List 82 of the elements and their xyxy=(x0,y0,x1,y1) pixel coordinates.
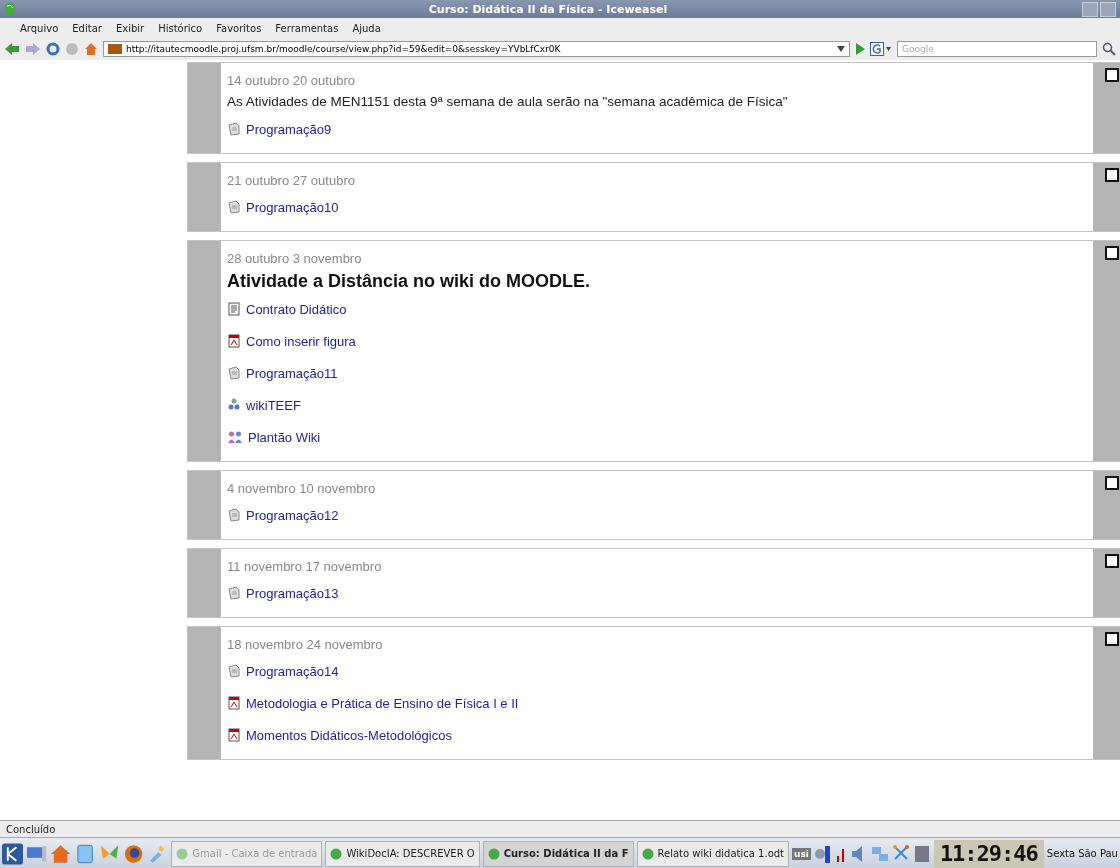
forward-icon[interactable] xyxy=(25,42,41,56)
search-icon[interactable] xyxy=(1102,42,1116,56)
clock-day: Sexta xyxy=(1046,848,1076,859)
clipboard-icon[interactable] xyxy=(912,843,931,864)
resource-link[interactable]: Programação10 xyxy=(246,199,339,215)
clock: 11:29:46 xyxy=(933,839,1044,868)
resource-link[interactable]: Programação14 xyxy=(246,663,339,679)
resource-link[interactable]: Programação13 xyxy=(246,585,339,601)
go-icon[interactable] xyxy=(855,43,865,55)
reload-icon[interactable] xyxy=(46,42,60,56)
pdf-icon xyxy=(227,696,241,710)
page-icon xyxy=(227,586,241,600)
address-field[interactable]: http://itautecmoodle.proj.ufsm.br/moodle/course/view.php?id=59&edit=0&sesskey=YVbLfCxr0K xyxy=(103,41,850,57)
app-icon xyxy=(176,847,189,860)
highlight-toggle[interactable] xyxy=(1105,476,1119,490)
menu-item[interactable]: Ferramentas xyxy=(274,22,340,34)
page-icon xyxy=(227,366,241,380)
app-icon xyxy=(487,847,500,860)
files-icon[interactable] xyxy=(74,842,96,865)
site-icon xyxy=(108,44,122,54)
taskbar-window-button[interactable]: Relato wiki didatica 1.odt xyxy=(636,840,789,867)
resource-link[interactable]: Contrato Didático xyxy=(246,301,347,317)
dropdown-icon[interactable] xyxy=(837,46,845,52)
browser-logo-icon xyxy=(4,2,16,16)
document-icon xyxy=(227,302,241,316)
highlight-toggle[interactable] xyxy=(1105,168,1119,182)
maximize-button[interactable] xyxy=(1100,1,1116,17)
app-icon xyxy=(330,847,343,860)
week-dates: 18 novembro 24 novembro xyxy=(227,636,384,654)
home-icon[interactable] xyxy=(84,42,98,56)
back-icon[interactable] xyxy=(4,42,20,56)
monitor-icon[interactable] xyxy=(813,843,832,864)
menu-item[interactable]: Exibir xyxy=(114,22,146,34)
week-left-margin xyxy=(188,163,221,231)
app-icon xyxy=(641,847,654,860)
k-menu-icon[interactable] xyxy=(2,842,24,865)
week-dates: 21 outubro 27 outubro xyxy=(227,172,356,190)
minimize-button[interactable] xyxy=(1082,1,1098,17)
window-title: Curso: Didática II da Física - Iceweasel xyxy=(427,2,669,16)
resource-link[interactable]: Metodologia e Prática de Ensino de Física I e II xyxy=(246,695,519,711)
week-dates: 11 novembro 17 novembro xyxy=(227,558,383,576)
highlight-toggle[interactable] xyxy=(1105,554,1119,568)
url-text: http://itautecmoodle.proj.ufsm.br/moodle/course/view.php?id=59&edit=0&sesskey=YVbLfCxr0K xyxy=(126,44,561,54)
menu-item[interactable]: Editar xyxy=(71,22,103,34)
menu-item[interactable]: Favoritos xyxy=(215,22,263,34)
group-icon xyxy=(227,430,243,444)
week-left-margin xyxy=(188,549,221,617)
page-icon xyxy=(227,200,241,214)
menu-item[interactable]: Arquivo xyxy=(19,22,60,34)
week-dates: 4 novembro 10 novembro xyxy=(227,480,377,498)
page-icon xyxy=(227,664,241,678)
section-summary: As Atividades de MEN1151 desta 9ª semana de aula serão na "semana acadêmica de Física" xyxy=(227,93,789,111)
resource-link[interactable]: Como inserir figura xyxy=(246,333,356,349)
week-dates: 28 outubro 3 novembro xyxy=(227,250,363,268)
highlight-toggle[interactable] xyxy=(1105,632,1119,646)
clock-location: São Pau xyxy=(1078,848,1118,859)
tray-label[interactable]: usi xyxy=(792,847,811,860)
status-text: Concluído xyxy=(6,823,56,835)
menu-item[interactable]: Histórico xyxy=(157,22,204,34)
resource-link[interactable]: Programação12 xyxy=(246,507,339,523)
resource-link[interactable]: Programação11 xyxy=(246,365,338,381)
highlight-toggle[interactable] xyxy=(1105,68,1119,82)
pdf-icon xyxy=(227,334,241,348)
week-left-margin xyxy=(188,471,221,539)
week-dates: 14 outubro 20 outubro xyxy=(227,72,356,90)
menu-item[interactable]: Ajuda xyxy=(351,22,382,34)
browser-icon[interactable] xyxy=(122,842,145,865)
taskbar-window-button[interactable]: Curso: Didática II da F xyxy=(482,840,634,867)
section-heading: Atividade a Distância no wiki do MOODLE. xyxy=(227,270,592,293)
people-icon xyxy=(227,398,241,412)
page-icon xyxy=(227,508,241,522)
search-field[interactable]: Google xyxy=(897,41,1097,57)
search-engine-icon[interactable] xyxy=(870,42,892,56)
resource-link[interactable]: Programação9 xyxy=(246,121,332,137)
page-icon xyxy=(227,122,241,136)
pdf-icon xyxy=(227,728,241,742)
resource-link[interactable]: Momentos Didáticos-Metodológicos xyxy=(246,727,452,743)
highlight-toggle[interactable] xyxy=(1105,246,1119,260)
resource-link[interactable]: Plantão Wiki xyxy=(248,429,321,445)
resource-link[interactable]: wikiTEEF xyxy=(246,397,301,413)
home-folder-icon[interactable] xyxy=(50,842,72,865)
taskbar-window-button[interactable]: WikiDocIA: DESCREVER O xyxy=(325,840,480,867)
